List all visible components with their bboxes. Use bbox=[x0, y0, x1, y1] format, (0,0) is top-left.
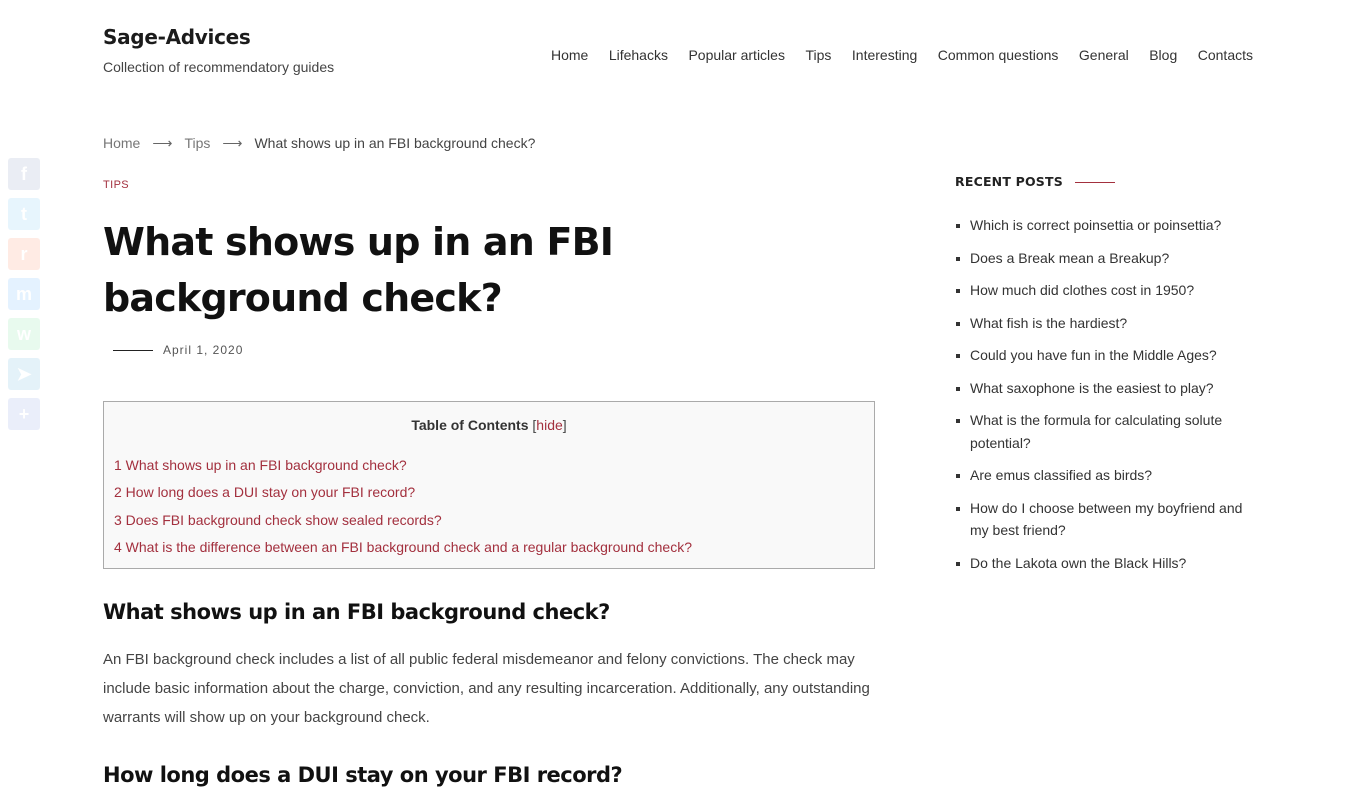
list-item: What fish is the hardiest? bbox=[955, 312, 1255, 335]
nav-item-blog[interactable]: Blog bbox=[1149, 46, 1177, 64]
section-heading: How long does a DUI stay on your FBI rec… bbox=[103, 762, 623, 787]
toc-link-4[interactable]: 4 What is the difference between an FBI … bbox=[114, 539, 692, 555]
recent-post-link[interactable]: How much did clothes cost in 1950? bbox=[970, 282, 1194, 298]
reddit-icon: r bbox=[20, 243, 28, 264]
post-date: April 1, 2020 bbox=[163, 343, 244, 357]
toc-item: 3 Does FBI background check show sealed … bbox=[114, 511, 864, 529]
nav-item-general[interactable]: General bbox=[1079, 46, 1129, 64]
whatsapp-icon: w bbox=[16, 323, 31, 344]
list-item: What saxophone is the easiest to play? bbox=[955, 377, 1255, 400]
telegram-share-button[interactable]: ➤ bbox=[8, 358, 40, 390]
sidebar: RECENT POSTS Which is correct poinsettia… bbox=[955, 172, 1255, 584]
whatsapp-share-button[interactable]: w bbox=[8, 318, 40, 350]
nav-item-popular-articles[interactable]: Popular articles bbox=[688, 46, 785, 64]
site-title-link[interactable]: Sage-Advices bbox=[103, 24, 334, 50]
recent-post-link[interactable]: Could you have fun in the Middle Ages? bbox=[970, 347, 1217, 363]
list-item: Could you have fun in the Middle Ages? bbox=[955, 344, 1255, 367]
title-accent-line bbox=[1074, 181, 1115, 183]
reddit-share-button[interactable]: r bbox=[8, 238, 40, 270]
breadcrumb: Home ⟶ Tips ⟶ What shows up in an FBI ba… bbox=[103, 134, 535, 152]
widget-title-text: RECENT POSTS bbox=[955, 174, 1063, 189]
nav-item-interesting[interactable]: Interesting bbox=[852, 46, 917, 64]
meta-divider bbox=[113, 349, 153, 351]
recent-posts-title: RECENT POSTS bbox=[955, 172, 1255, 192]
recent-post-link[interactable]: What fish is the hardiest? bbox=[970, 315, 1127, 331]
arrow-right-icon: ⟶ bbox=[152, 135, 173, 151]
plus-icon: + bbox=[18, 403, 30, 424]
breadcrumb-category[interactable]: Tips bbox=[184, 134, 210, 152]
toc-hide-toggle[interactable]: hide bbox=[536, 417, 562, 433]
toc-toggle-wrapper: [hide] bbox=[532, 417, 566, 433]
facebook-share-button[interactable]: f bbox=[8, 158, 40, 190]
toc-bracket-close: ] bbox=[562, 417, 567, 433]
breadcrumb-current: What shows up in an FBI background check… bbox=[254, 135, 536, 151]
toc-link-1[interactable]: 1 What shows up in an FBI background che… bbox=[114, 457, 407, 473]
breadcrumb-home[interactable]: Home bbox=[103, 134, 140, 152]
arrow-right-icon: ⟶ bbox=[222, 135, 243, 151]
nav-item-lifehacks[interactable]: Lifehacks bbox=[609, 46, 668, 64]
recent-post-link[interactable]: What is the formula for calculating solu… bbox=[970, 412, 1222, 451]
toc-header: Table of Contents [hide] bbox=[114, 416, 864, 434]
toc-item: 1 What shows up in an FBI background che… bbox=[114, 456, 864, 474]
list-item: What is the formula for calculating solu… bbox=[955, 409, 1255, 454]
section-heading: What shows up in an FBI background check… bbox=[103, 599, 610, 624]
toc-link-2[interactable]: 2 How long does a DUI stay on your FBI r… bbox=[114, 484, 415, 500]
nav-item-home[interactable]: Home bbox=[551, 46, 588, 64]
recent-post-link[interactable]: Are emus classified as birds? bbox=[970, 467, 1152, 483]
post-category-link[interactable]: TIPS bbox=[103, 176, 875, 194]
messenger-icon: m bbox=[15, 283, 32, 304]
toc-title: Table of Contents bbox=[411, 417, 529, 433]
article: TIPS What shows up in an FBI background … bbox=[103, 176, 875, 790]
twitter-icon: t bbox=[21, 203, 27, 224]
site-tagline: Collection of recommendatory guides bbox=[103, 59, 335, 75]
recent-post-link[interactable]: Which is correct poinsettia or poinsetti… bbox=[970, 217, 1221, 233]
recent-post-link[interactable]: Does a Break mean a Breakup? bbox=[970, 250, 1169, 266]
toc-item: 2 How long does a DUI stay on your FBI r… bbox=[114, 483, 864, 501]
nav-item-contacts[interactable]: Contacts bbox=[1198, 46, 1253, 64]
telegram-icon: ➤ bbox=[16, 363, 32, 384]
recent-post-link[interactable]: How do I choose between my boyfriend and… bbox=[970, 500, 1242, 539]
table-of-contents: Table of Contents [hide] 1 What shows up… bbox=[103, 401, 875, 569]
recent-posts-list: Which is correct poinsettia or poinsetti… bbox=[955, 214, 1255, 574]
toc-link-3[interactable]: 3 Does FBI background check show sealed … bbox=[114, 512, 442, 528]
list-item: How much did clothes cost in 1950? bbox=[955, 279, 1255, 302]
post-title: What shows up in an FBI background check… bbox=[103, 220, 614, 320]
nav-item-tips[interactable]: Tips bbox=[805, 46, 831, 64]
list-item: Are emus classified as birds? bbox=[955, 464, 1255, 487]
main-nav: Home Lifehacks Popular articles Tips Int… bbox=[551, 46, 1253, 64]
post-meta: April 1, 2020 bbox=[103, 339, 875, 361]
social-share-bar: f t r m w ➤ + bbox=[8, 158, 40, 438]
list-item: Which is correct poinsettia or poinsetti… bbox=[955, 214, 1255, 237]
list-item: Does a Break mean a Breakup? bbox=[955, 247, 1255, 270]
list-item: Do the Lakota own the Black Hills? bbox=[955, 552, 1255, 575]
section-paragraph: An FBI background check includes a list … bbox=[103, 650, 870, 726]
recent-post-link[interactable]: Do the Lakota own the Black Hills? bbox=[970, 555, 1186, 571]
toc-item: 4 What is the difference between an FBI … bbox=[114, 538, 864, 556]
messenger-share-button[interactable]: m bbox=[8, 278, 40, 310]
nav-item-common-questions[interactable]: Common questions bbox=[938, 46, 1059, 64]
more-share-button[interactable]: + bbox=[8, 398, 40, 430]
site-header: Sage-Advices Collection of recommendator… bbox=[0, 0, 1366, 110]
twitter-share-button[interactable]: t bbox=[8, 198, 40, 230]
brand: Sage-Advices Collection of recommendator… bbox=[103, 24, 334, 76]
list-item: How do I choose between my boyfriend and… bbox=[955, 497, 1255, 542]
toc-list: 1 What shows up in an FBI background che… bbox=[114, 456, 864, 556]
recent-post-link[interactable]: What saxophone is the easiest to play? bbox=[970, 380, 1214, 396]
facebook-icon: f bbox=[21, 163, 27, 184]
